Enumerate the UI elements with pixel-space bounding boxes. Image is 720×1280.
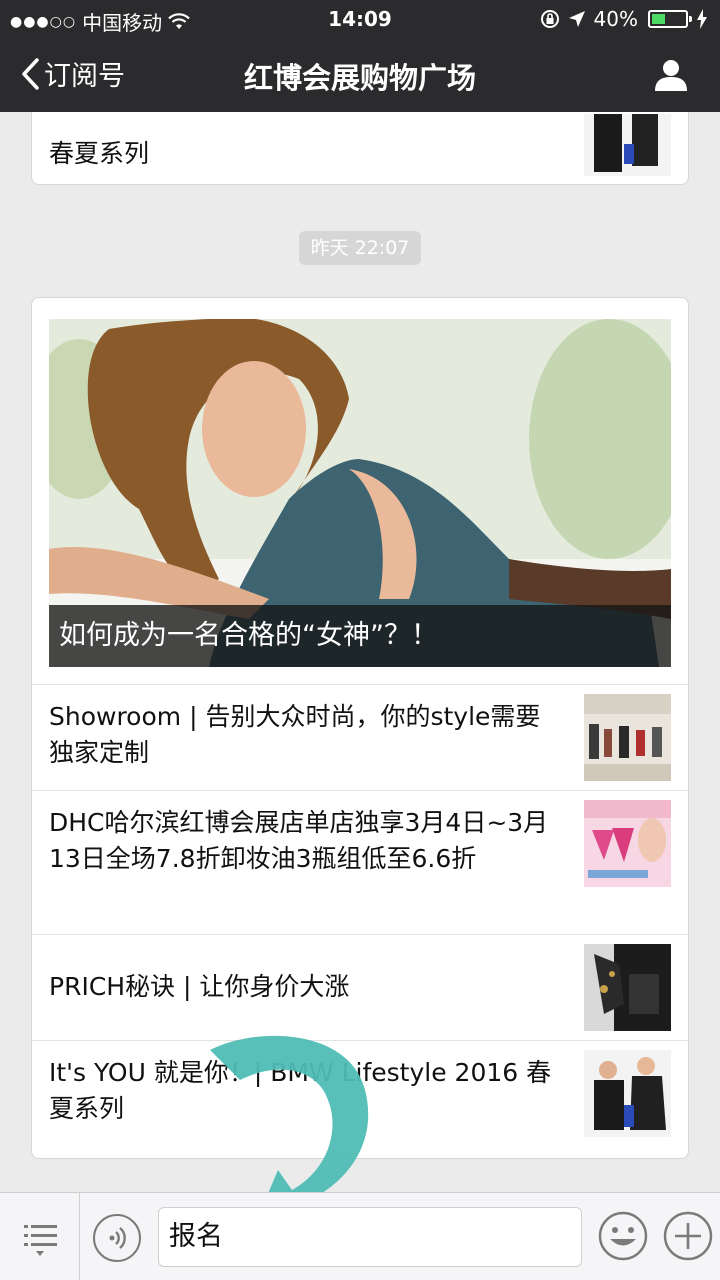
status-bar: ●●●○○ 中国移动 14:09 40%: [0, 0, 720, 38]
list-item[interactable]: 春夏系列: [32, 112, 688, 186]
page-title: 红博会展购物广场: [243, 61, 476, 95]
hero-article[interactable]: 如何成为一名合格的“女神”？！: [49, 319, 671, 667]
list-item[interactable]: It's YOU 就是你！| BMW Lifestyle 2016 春夏系列: [32, 1040, 688, 1158]
article-title: PRICH秘诀 | 让你身价大涨: [49, 972, 350, 1001]
article-card[interactable]: 如何成为一名合格的“女神”？！ Showroom | 告别大众时尚，你的styl…: [31, 297, 689, 1159]
message-list[interactable]: 春夏系列 昨天 22:07 如何成为一名合格的“女神”？！ Showroom |…: [0, 112, 720, 1192]
list-item[interactable]: Showroom | 告别大众时尚，你的style需要独家定制: [32, 684, 688, 790]
hero-caption: 如何成为一名合格的“女神”？！: [49, 605, 671, 667]
profile-icon[interactable]: [654, 58, 688, 92]
article-thumbnail: [584, 1050, 671, 1137]
list-item[interactable]: DHC哈尔滨红博会展店单店独享3月4日~3月13日全场7.8折卸妆油3瓶组低至6…: [32, 790, 688, 934]
location-icon: [568, 11, 585, 27]
navigation-bar: 订阅号 红博会展购物广场: [0, 38, 720, 112]
lock-rotation-icon: [540, 10, 559, 28]
article-thumbnail: [584, 800, 671, 887]
voice-icon: [109, 1227, 126, 1249]
menu-list-icon: [24, 1225, 57, 1256]
message-input[interactable]: 报名: [158, 1207, 582, 1267]
article-thumbnail: [584, 114, 671, 176]
menu-toggle-button[interactable]: [0, 1193, 80, 1280]
article-list: Showroom | 告别大众时尚，你的style需要独家定制 DHC哈尔滨红博…: [32, 684, 688, 1158]
charging-icon: [697, 9, 707, 29]
timestamp-badge: 昨天 22:07: [299, 231, 421, 265]
battery-icon: [648, 10, 692, 28]
input-toolbar: 报名: [0, 1192, 720, 1280]
emoji-icon[interactable]: [597, 1210, 649, 1262]
article-thumbnail: [584, 694, 671, 781]
article-title: DHC哈尔滨红博会展店单店独享3月4日~3月13日全场7.8折卸妆油3瓶组低至6…: [49, 808, 549, 873]
article-thumbnail: [584, 944, 671, 1031]
list-item[interactable]: PRICH秘诀 | 让你身价大涨: [32, 934, 688, 1040]
plus-icon[interactable]: [662, 1210, 714, 1262]
previous-article-card[interactable]: 春夏系列: [31, 112, 689, 185]
article-title: Showroom | 告别大众时尚，你的style需要独家定制: [49, 702, 541, 767]
article-title: It's YOU 就是你！| BMW Lifestyle 2016 春夏系列: [49, 1058, 552, 1123]
voice-input-button[interactable]: [93, 1214, 141, 1262]
battery-percent: 40%: [593, 7, 638, 31]
battery-fill: [652, 14, 665, 24]
status-right: 40%: [540, 7, 708, 31]
article-title: 春夏系列: [49, 139, 150, 168]
